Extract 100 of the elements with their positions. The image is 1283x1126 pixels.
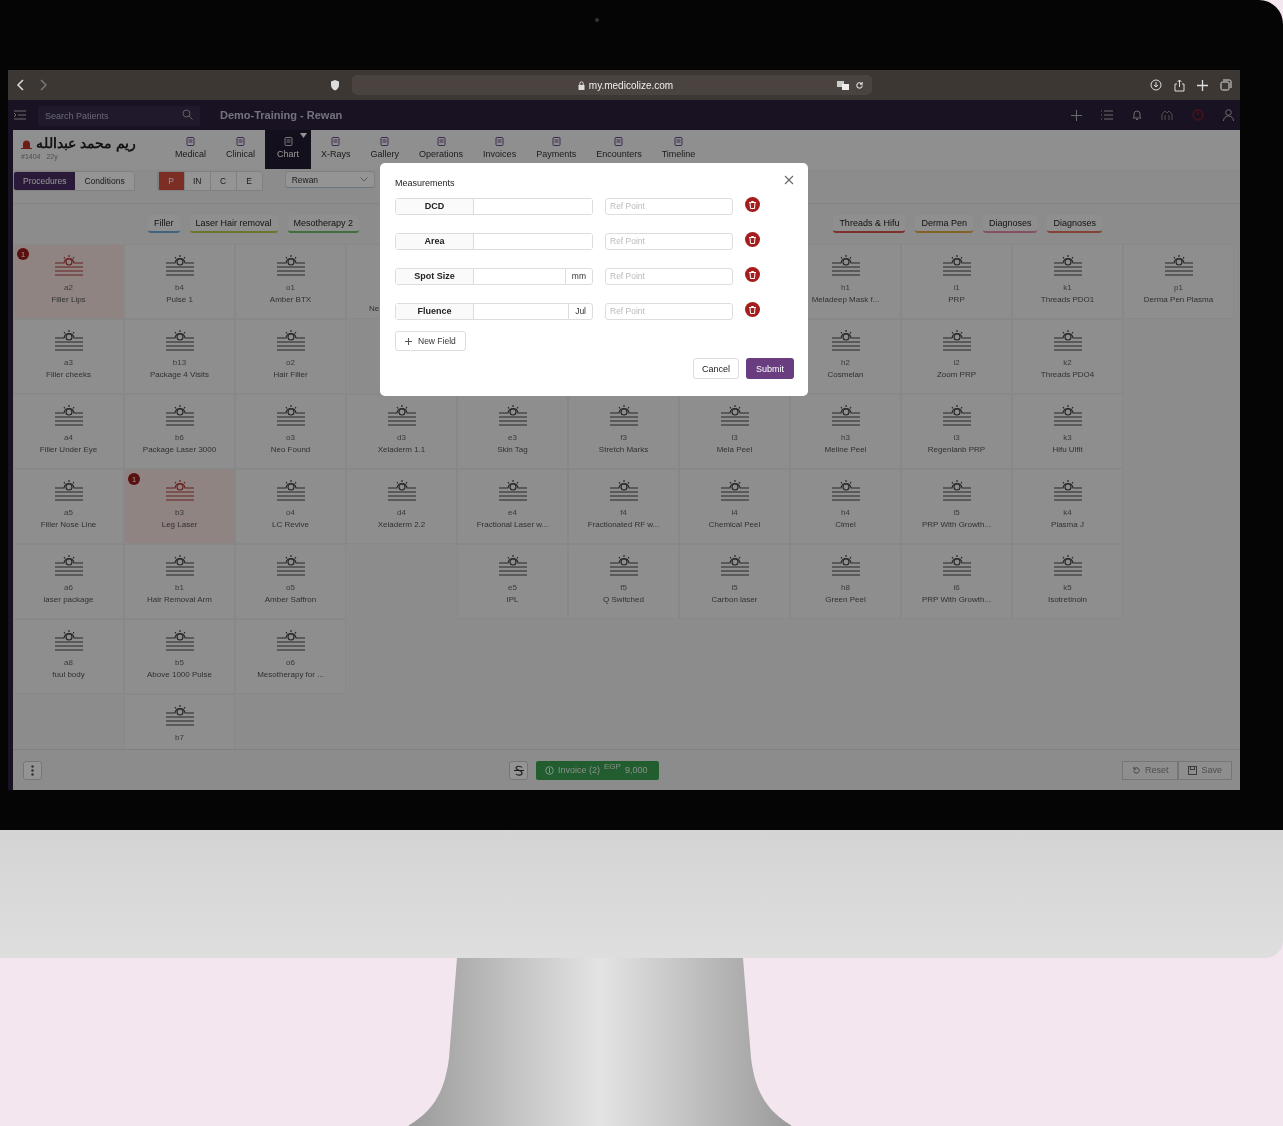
procedure-tile[interactable]: a6 laser package — [13, 544, 124, 619]
procedure-tile[interactable]: o3 Neo Found — [235, 394, 346, 469]
nav-tab[interactable]: Operations — [409, 130, 474, 169]
unit-label: Jul — [568, 303, 592, 319]
procedure-tile[interactable]: p1 Derma Pen Plasma — [1123, 244, 1234, 319]
nav-tab[interactable]: Timeline — [651, 130, 706, 169]
skin-layers-icon — [608, 479, 639, 503]
download-icon[interactable] — [1150, 79, 1162, 91]
nav-tab[interactable]: Gallery — [360, 130, 410, 169]
measurement-field[interactable]: Area — [395, 232, 593, 250]
shield-icon[interactable] — [330, 79, 340, 91]
procedure-tile[interactable]: o5 Amber Saffron — [235, 544, 346, 619]
share-icon[interactable] — [1174, 78, 1185, 92]
nav-tab[interactable]: Payments — [526, 130, 587, 169]
procedure-tile[interactable]: h3 Meline Peel — [790, 394, 901, 469]
procedure-tile[interactable]: b7 — [124, 694, 235, 749]
type-filter[interactable]: P — [157, 172, 184, 190]
view-toggle[interactable]: Procedures — [14, 172, 76, 190]
procedure-tile[interactable]: i6 PRP With Growth... — [901, 544, 1012, 619]
procedure-tile[interactable]: i3 Regenlanb PRP — [901, 394, 1012, 469]
procedure-code: b1 — [175, 583, 184, 592]
address-bar[interactable]: my.medicolize.com — [352, 75, 872, 95]
measurement-field[interactable]: Spot Size mm — [395, 267, 593, 285]
procedure-code: k4 — [1063, 508, 1072, 517]
measurement-field[interactable]: DCD — [395, 197, 593, 215]
nav-tab[interactable]: X-Rays — [311, 130, 361, 169]
procedure-tile[interactable]: e5 IPL — [457, 544, 568, 619]
doctor-select[interactable]: Rewan — [284, 171, 375, 188]
plus-icon[interactable] — [1071, 109, 1082, 121]
procedure-tile[interactable]: b1 Hair Removal Arm — [124, 544, 235, 619]
procedure-tile[interactable]: h4 Cimel — [790, 469, 901, 544]
procedure-tile[interactable]: f4 Fractionated RF w... — [568, 469, 679, 544]
type-filter[interactable]: E — [235, 172, 262, 190]
search-icon[interactable] — [182, 109, 193, 120]
delete-button[interactable] — [745, 267, 760, 282]
procedure-tile[interactable]: i5 PRP With Growth... — [901, 469, 1012, 544]
procedure-name: Stretch Marks — [598, 445, 649, 454]
skin-layers-icon — [941, 554, 972, 578]
procedure-tile[interactable]: k5 Isotretinoin — [1012, 544, 1123, 619]
procedure-tile[interactable]: a3 Filler cheeks — [13, 319, 124, 394]
new-field-button[interactable]: New Field — [395, 331, 466, 351]
user-icon[interactable] — [1223, 109, 1234, 121]
delete-button[interactable] — [745, 197, 760, 212]
procedure-tile[interactable]: b13 Package 4 Visits — [124, 319, 235, 394]
forward-icon[interactable] — [38, 79, 48, 91]
procedure-tile[interactable]: h8 Green Peel — [790, 544, 901, 619]
more-button[interactable] — [23, 760, 42, 780]
procedure-tile[interactable]: o6 Mesotherapy for ... — [235, 619, 346, 694]
search-field[interactable]: Search Patients — [38, 106, 200, 126]
procedure-tile[interactable]: f5 Q Switched — [568, 544, 679, 619]
ref-point-field[interactable]: Ref Point — [605, 232, 733, 250]
delete-button[interactable] — [745, 232, 760, 247]
procedure-tile[interactable]: l3 Mela Peel — [679, 394, 790, 469]
procedure-tile[interactable]: i1 PRP — [901, 244, 1012, 319]
menu-icon[interactable] — [14, 110, 26, 120]
procedure-tile[interactable]: d3 Xeladerm 1.1 — [346, 394, 457, 469]
procedure-tile[interactable]: k2 Threads PDO4 — [1012, 319, 1123, 394]
cancel-button[interactable]: Cancel — [692, 358, 739, 379]
nav-tab[interactable]: Invoices — [473, 130, 527, 169]
plus-icon[interactable] — [1197, 79, 1208, 91]
procedure-tile[interactable]: e4 Fractional Laser w... — [457, 469, 568, 544]
procedure-tile[interactable]: f3 Stretch Marks — [568, 394, 679, 469]
procedure-tile[interactable]: k4 Plasma J — [1012, 469, 1123, 544]
bell-icon[interactable] — [1132, 109, 1142, 121]
procedure-tile[interactable]: a5 Filler Nose Line — [13, 469, 124, 544]
procedure-tile[interactable]: l4 Chemical Peel — [679, 469, 790, 544]
procedure-tile[interactable]: b6 Package Laser 3000 — [124, 394, 235, 469]
nav-tab[interactable]: Clinical — [216, 130, 266, 169]
procedure-tile[interactable]: o4 LC Revive — [235, 469, 346, 544]
strikethrough-button[interactable] — [509, 760, 528, 780]
procedure-code: h1 — [841, 283, 850, 292]
measurement-field[interactable]: Fluence Jul — [395, 302, 593, 320]
nav-tab[interactable]: Encounters — [586, 130, 652, 169]
ref-point-field[interactable]: Ref Point — [605, 302, 733, 320]
procedure-tile[interactable]: k1 Threads PDO1 — [1012, 244, 1123, 319]
tabs-icon[interactable] — [1220, 79, 1232, 91]
tab-icon — [236, 137, 245, 146]
procedure-tile[interactable]: a8 fuul body — [13, 619, 124, 694]
procedure-tile[interactable]: i2 Zoom PRP — [901, 319, 1012, 394]
procedure-tile[interactable]: e3 Skin Tag — [457, 394, 568, 469]
invoice-button[interactable]: Invoice (2) EGP 9,000 — [536, 760, 660, 780]
close-icon[interactable] — [784, 175, 794, 185]
procedure-tile[interactable]: k3 Hifu Ulfit — [1012, 394, 1123, 469]
nav-tab[interactable]: Medical — [165, 130, 216, 169]
delete-button[interactable] — [745, 302, 760, 317]
ref-point-field[interactable]: Ref Point — [605, 197, 733, 215]
procedure-tile[interactable]: l5 Carbon laser — [679, 544, 790, 619]
procedure-tile[interactable]: b4 Pulse 1 — [124, 244, 235, 319]
procedure-tile[interactable]: a4 Filler Under Eye — [13, 394, 124, 469]
procedure-tile[interactable]: o2 Hair Filler — [235, 319, 346, 394]
back-icon[interactable] — [16, 79, 26, 91]
procedure-name: Threads PDO4 — [1040, 370, 1095, 379]
ref-point-field[interactable]: Ref Point — [605, 267, 733, 285]
procedure-tile[interactable]: o1 Amber BTX — [235, 244, 346, 319]
procedure-tile[interactable]: d4 Xeladerm 2.2 — [346, 469, 457, 544]
reload-icon[interactable] — [855, 80, 864, 90]
submit-button[interactable]: Submit — [746, 358, 794, 379]
procedure-name: Xeladerm 2.2 — [377, 520, 426, 529]
procedure-tile[interactable]: b5 Above 1000 Pulse — [124, 619, 235, 694]
nav-tab[interactable]: Chart — [265, 130, 312, 169]
